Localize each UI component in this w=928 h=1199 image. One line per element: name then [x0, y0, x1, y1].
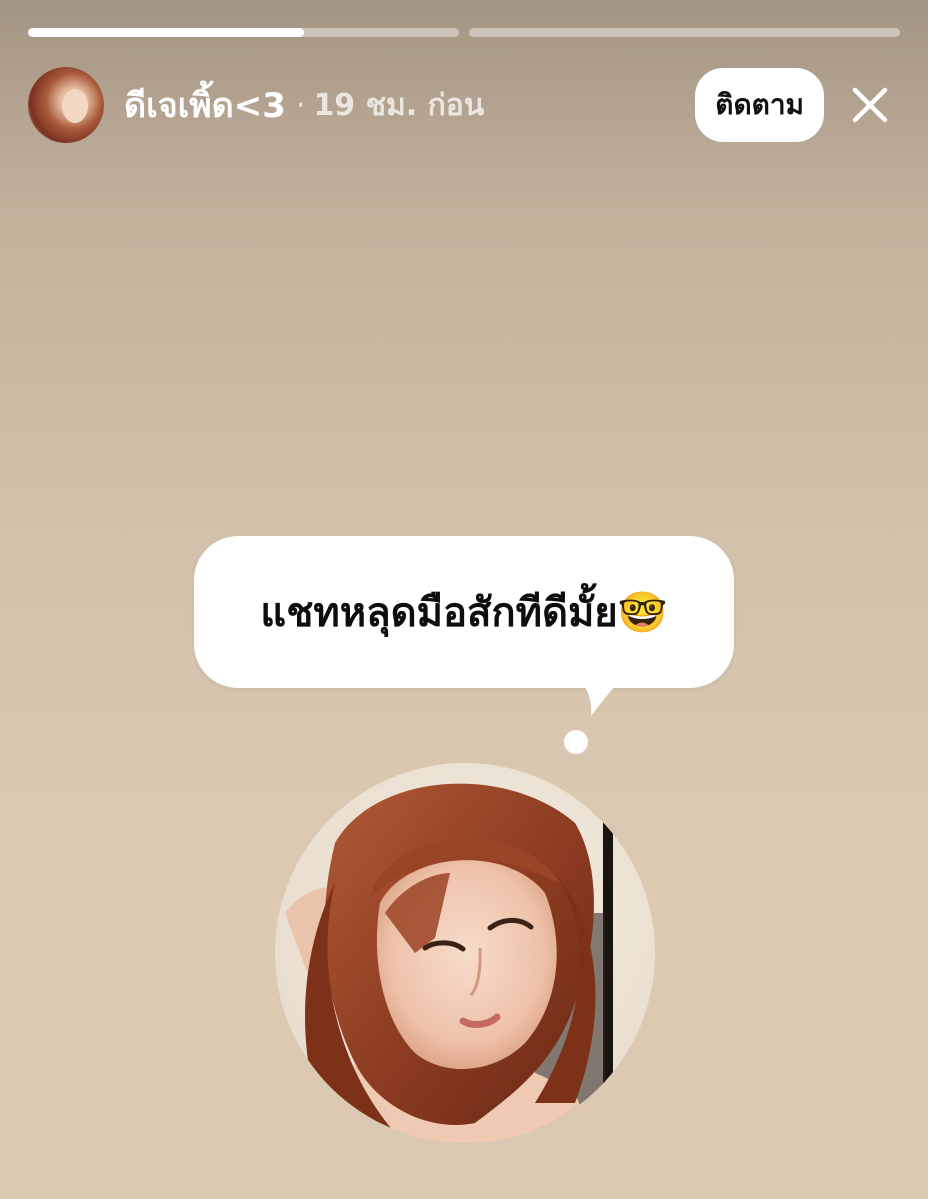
progress-fill-1	[28, 28, 304, 37]
note-bubble-tail	[575, 676, 627, 716]
progress-segment-1	[28, 28, 459, 37]
close-button[interactable]	[840, 75, 900, 135]
story-header: ดีเจเพิ้ด<3 · 19 ชม. ก่อน ติดตาม	[28, 66, 900, 144]
story-viewer: ดีเจเพิ้ด<3 · 19 ชม. ก่อน ติดตาม แชทหลุด…	[0, 0, 928, 1199]
avatar[interactable]	[28, 67, 104, 143]
note-bubble-dot	[564, 730, 588, 754]
note-text: แชทหลุดมือสักทีดีมั้ย🤓	[260, 590, 668, 636]
timestamp: 19 ชม. ก่อน	[313, 87, 485, 123]
follow-button[interactable]: ติดตาม	[695, 68, 824, 142]
profile-avatar-large[interactable]	[275, 763, 655, 1143]
note-bubble[interactable]: แชทหลุดมือสักทีดีมั้ย🤓	[194, 536, 734, 688]
username[interactable]: ดีเจเพิ้ด<3	[124, 78, 286, 132]
story-progress	[28, 28, 900, 37]
separator-dot: ·	[295, 87, 306, 123]
profile-photo	[275, 763, 655, 1143]
close-icon	[852, 87, 888, 123]
progress-segment-2	[469, 28, 900, 37]
